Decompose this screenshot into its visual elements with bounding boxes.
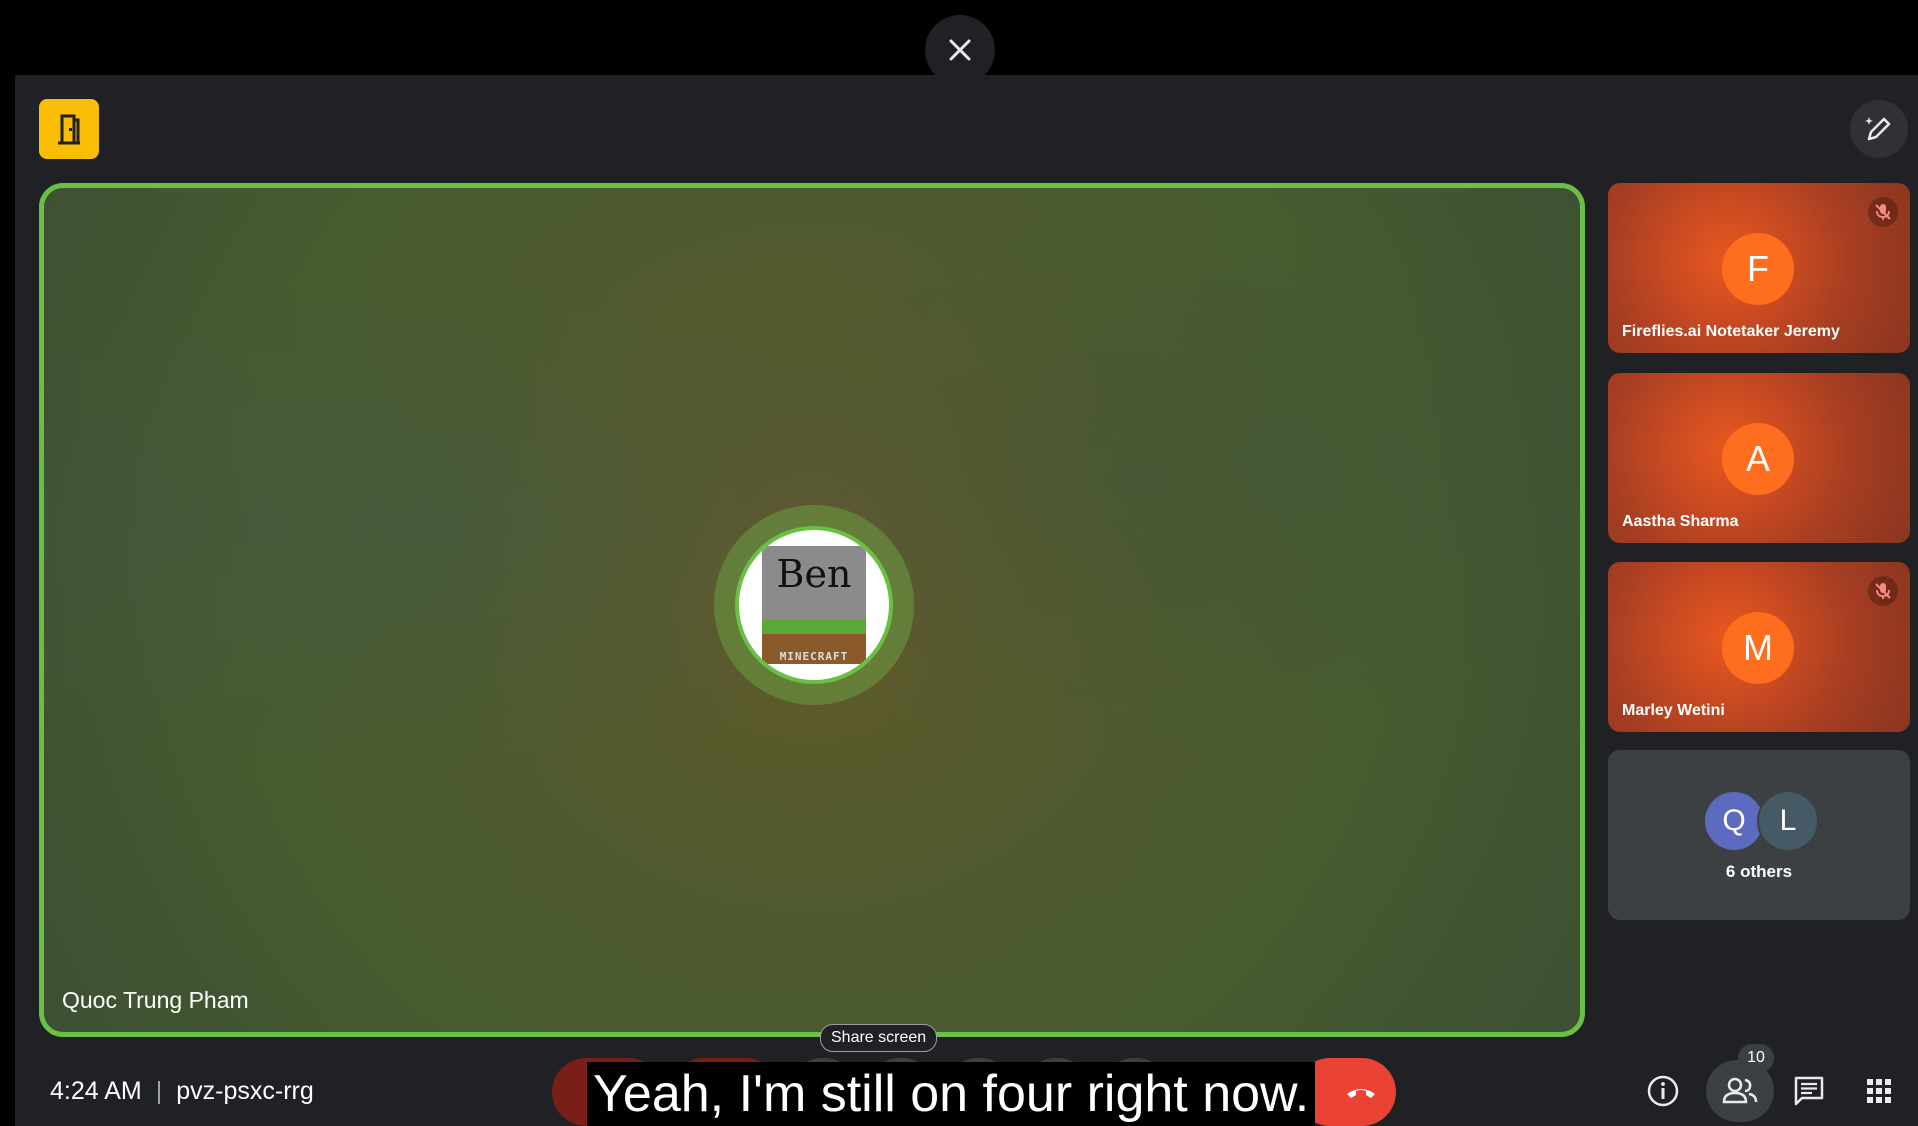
door-icon	[58, 114, 80, 145]
apps-grid-icon	[1867, 1079, 1891, 1103]
mic-off-icon	[1868, 576, 1898, 606]
end-call-icon	[1347, 1089, 1375, 1098]
avatar: L	[1757, 790, 1819, 852]
meeting-code: pvz-psxc-rrg	[176, 1077, 314, 1105]
speaker-avatar-ring: Ben MINECRAFT	[714, 505, 914, 705]
avatar: A	[1722, 423, 1794, 495]
edit-button[interactable]	[1850, 100, 1908, 158]
participant-name: Marley Wetini	[1622, 702, 1725, 719]
active-speaker-tile[interactable]: Ben MINECRAFT Quoc Trung Pham	[39, 183, 1585, 1037]
participant-tile[interactable]: A Aastha Sharma	[1608, 373, 1910, 543]
chat-button[interactable]	[1778, 1060, 1840, 1122]
close-icon	[949, 39, 971, 61]
people-count-badge: 10	[1738, 1044, 1774, 1072]
avatar: Ben MINECRAFT	[735, 526, 893, 684]
divider: |	[155, 1077, 163, 1105]
info-icon	[1647, 1075, 1679, 1107]
pencil-sparkle-icon	[1865, 117, 1891, 141]
participant-name: Aastha Sharma	[1622, 513, 1739, 530]
avatar: F	[1722, 233, 1794, 305]
leave-room-button[interactable]	[39, 99, 99, 159]
avatar: M	[1722, 612, 1794, 684]
avatar-card-name: Ben	[776, 552, 852, 596]
avatar-image: Ben MINECRAFT	[762, 546, 866, 664]
chat-icon	[1794, 1076, 1824, 1106]
participant-tile[interactable]: M Marley Wetini	[1608, 562, 1910, 732]
participant-tile[interactable]: F Fireflies.ai Notetaker Jeremy	[1608, 183, 1910, 353]
participant-name: Quoc Trung Pham	[62, 987, 249, 1013]
meeting-info-button[interactable]	[1632, 1060, 1694, 1122]
avatar-grass	[762, 620, 866, 634]
meeting-time: 4:24 AM	[50, 1077, 142, 1105]
share-screen-tooltip: Share screen	[820, 1024, 938, 1052]
mic-off-icon	[1868, 197, 1898, 227]
participant-name: Fireflies.ai Notetaker Jeremy	[1622, 323, 1840, 340]
meeting-details: 4:24 AM | pvz-psxc-rrg	[50, 1077, 314, 1106]
live-caption: Yeah, I'm still on four right now.	[587, 1062, 1316, 1126]
avatar-card-brand: MINECRAFT	[779, 650, 849, 663]
people-icon	[1722, 1077, 1758, 1104]
activities-button[interactable]	[1848, 1060, 1910, 1122]
close-button[interactable]	[925, 15, 995, 85]
avatar: Q	[1703, 790, 1765, 852]
others-count-label: 6 others	[1725, 862, 1793, 881]
others-tile[interactable]: Q L 6 others	[1608, 750, 1910, 920]
